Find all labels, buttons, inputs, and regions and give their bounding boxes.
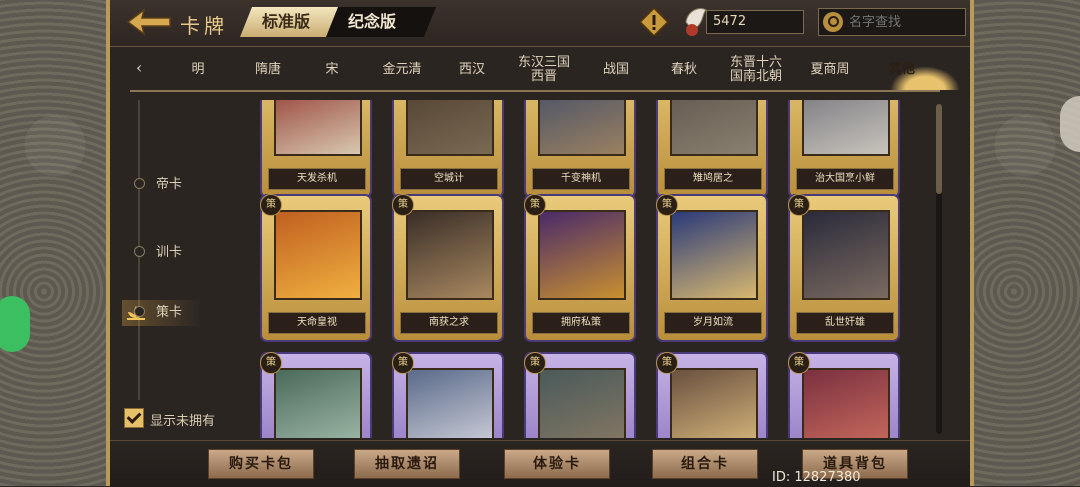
card-item[interactable]: 策南获之求 — [392, 194, 502, 340]
era-tab[interactable]: 东汉三国 西晋 — [512, 56, 576, 84]
draw-edict-button[interactable]: 抽取遗诏 — [354, 449, 460, 479]
combo-card-button[interactable]: 组合卡 — [652, 449, 758, 479]
side-handle[interactable] — [1060, 96, 1080, 152]
card-item[interactable]: 策岁月如流 — [656, 194, 766, 340]
card-artwork — [802, 210, 890, 300]
card-name: 空城计 — [400, 168, 498, 190]
card-artwork — [274, 368, 362, 438]
card-artwork — [670, 210, 758, 300]
card-item[interactable]: 策拥府私策 — [524, 194, 634, 340]
card-item[interactable]: 千变神机 — [526, 100, 634, 196]
currency-amount: 5472 — [706, 10, 804, 34]
card-name: 岁月如流 — [664, 312, 762, 334]
era-tab-bar: ‹ 明隋唐宋金元清 西汉 东汉三国 西晋 战国 春秋 东晋十六 国南北朝 夏商周 其他 — [130, 48, 960, 94]
card-item[interactable]: 雉鸠居之 — [658, 100, 766, 196]
era-tab[interactable]: 明 — [166, 63, 230, 77]
card-type-badge: 策 — [260, 352, 282, 374]
alert-icon[interactable] — [640, 8, 668, 36]
card-type-nav: 帝卡 训卡 策卡 — [110, 100, 250, 400]
search-icon[interactable] — [823, 12, 843, 32]
floating-green-button[interactable] — [0, 296, 30, 352]
chevron-left-icon[interactable]: ‹ — [136, 58, 142, 77]
card-type-badge: 策 — [392, 352, 414, 374]
player-id: ID: 12827380 — [772, 470, 861, 485]
card-artwork — [274, 100, 362, 156]
card-artwork — [670, 100, 758, 156]
buy-card-pack-button[interactable]: 购买卡包 — [208, 449, 314, 479]
card-artwork — [670, 368, 758, 438]
nav-item-label[interactable]: 策卡 — [156, 301, 182, 320]
card-name: 雉鸠居之 — [664, 168, 762, 190]
card-item[interactable]: 策 — [392, 352, 502, 438]
left-decorative-panel — [0, 0, 110, 486]
card-name: 治大国烹小鲜 — [796, 168, 894, 190]
card-artwork — [538, 210, 626, 300]
card-artwork — [538, 100, 626, 156]
era-tab[interactable]: 金元清 — [370, 63, 434, 77]
main-panel: 卡牌 标准版 纪念版 5472 ‹ 明隋唐宋金元清西汉东汉三国 西晋战国春秋东晋… — [106, 0, 974, 487]
era-tab[interactable]: 其他 — [870, 63, 934, 77]
card-grid: 天发杀机 空城计 千变神机 雉鸠居之 治大国烹小鲜策天命皇视策南获之求策拥府私策策岁月如… — [256, 100, 932, 438]
era-tab[interactable]: 春秋 — [652, 63, 716, 77]
era-tab[interactable]: 东晋十六 国南北朝 — [724, 56, 788, 84]
nav-item-label[interactable]: 训卡 — [156, 241, 182, 260]
search-box[interactable] — [818, 8, 966, 36]
card-artwork — [274, 210, 362, 300]
card-name: 拥府私策 — [532, 312, 630, 334]
card-artwork — [538, 368, 626, 438]
card-item[interactable]: 策 — [656, 352, 766, 438]
card-item[interactable]: 策 — [788, 352, 898, 438]
show-unowned-checkbox[interactable] — [124, 408, 144, 428]
tab-commemorative-edition[interactable]: 纪念版 — [326, 7, 436, 37]
tab-divider — [130, 90, 940, 92]
card-artwork — [406, 368, 494, 438]
card-item[interactable]: 空城计 — [394, 100, 502, 196]
card-item[interactable]: 策 — [524, 352, 634, 438]
nav-node[interactable] — [134, 306, 145, 317]
search-input[interactable] — [847, 11, 961, 33]
card-name: 千变神机 — [532, 168, 630, 190]
nav-node[interactable] — [134, 246, 145, 257]
trial-card-button[interactable]: 体验卡 — [504, 449, 610, 479]
era-tab[interactable]: 宋 — [300, 63, 364, 77]
card-item[interactable]: 治大国烹小鲜 — [790, 100, 898, 196]
card-type-badge: 策 — [524, 352, 546, 374]
show-unowned-label: 显示未拥有 — [150, 414, 216, 429]
card-type-badge: 策 — [260, 194, 282, 216]
era-tab[interactable]: 隋唐 — [236, 63, 300, 77]
card-name: 天命皇视 — [268, 312, 366, 334]
card-artwork — [802, 100, 890, 156]
back-arrow-icon[interactable] — [126, 8, 172, 36]
card-type-badge: 策 — [392, 194, 414, 216]
card-type-badge: 策 — [656, 194, 678, 216]
page-title: 卡牌 — [180, 14, 228, 38]
card-item[interactable]: 天发杀机 — [262, 100, 370, 196]
nav-node[interactable] — [134, 178, 145, 189]
card-name: 南获之求 — [400, 312, 498, 334]
card-item[interactable]: 策天命皇视 — [260, 194, 370, 340]
card-item[interactable]: 策乱世奸雄 — [788, 194, 898, 340]
era-tab[interactable]: 西汉 — [440, 63, 504, 77]
card-artwork — [406, 100, 494, 156]
card-item[interactable]: 策 — [260, 352, 370, 438]
card-type-badge: 策 — [656, 352, 678, 374]
right-decorative-panel — [970, 0, 1080, 486]
scrollbar-thumb[interactable] — [936, 104, 942, 194]
top-bar: 卡牌 标准版 纪念版 5472 — [110, 0, 970, 47]
card-type-badge: 策 — [788, 194, 810, 216]
card-artwork — [406, 210, 494, 300]
era-tab[interactable]: 夏商周 — [798, 63, 862, 77]
card-artwork — [802, 368, 890, 438]
card-name: 乱世奸雄 — [796, 312, 894, 334]
card-type-badge: 策 — [788, 352, 810, 374]
card-name: 天发杀机 — [268, 168, 366, 190]
nav-item-label[interactable]: 帝卡 — [156, 173, 182, 192]
era-tab[interactable]: 战国 — [584, 63, 648, 77]
card-type-badge: 策 — [524, 194, 546, 216]
